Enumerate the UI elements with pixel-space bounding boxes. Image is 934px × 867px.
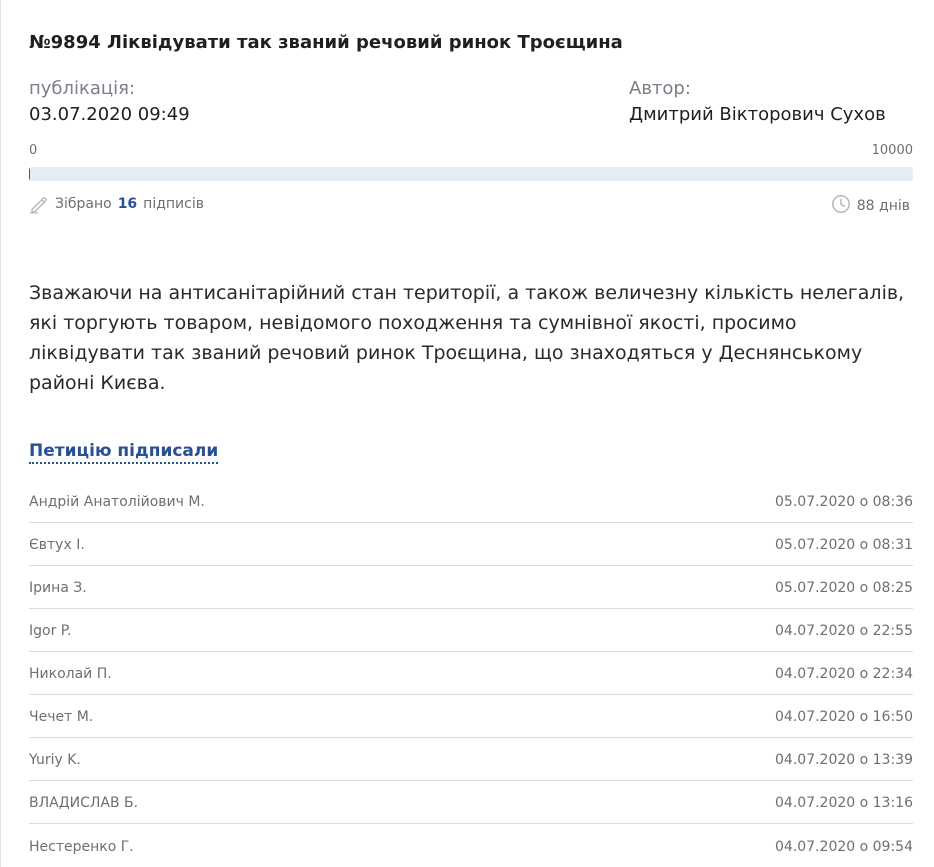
petition-title: №9894 Ліквідувати так званий речовий рин… [29, 32, 623, 53]
signature-progress-bar [29, 167, 913, 181]
signer-name: Чечет М. [29, 709, 94, 725]
signers-heading-link[interactable]: Петицію підписали [29, 441, 219, 464]
collected-prefix: Зібрано [55, 196, 112, 212]
signers-list: Андрій Анатолійович М. 05.07.2020 о 08:36… [29, 480, 913, 867]
author-name: Дмитрий Вікторович Сухов [629, 104, 886, 125]
publication-block: публікація: 03.07.2020 09:49 [29, 76, 190, 128]
signer-name: Ірина З. [29, 580, 87, 596]
author-label: Автор: [629, 78, 691, 99]
collected-count: 16 [117, 196, 138, 212]
signer-date: 05.07.2020 о 08:25 [775, 580, 913, 596]
days-remaining-text: 88 днів [856, 198, 910, 214]
signer-name: Igor P. [29, 623, 72, 639]
signer-name: Yuriy K. [29, 752, 81, 768]
signer-row: Євтух І. 05.07.2020 о 08:31 [29, 523, 913, 566]
signer-date: 04.07.2020 о 09:54 [775, 838, 913, 855]
signer-row: Igor P. 04.07.2020 о 22:55 [29, 609, 913, 652]
progress-scale-max: 10000 [871, 143, 913, 158]
publication-date: 03.07.2020 09:49 [29, 104, 190, 125]
progress-scale-min: 0 [29, 143, 38, 158]
days-remaining: 88 днів [831, 194, 910, 218]
signer-date: 04.07.2020 о 13:16 [775, 795, 913, 811]
signer-date: 04.07.2020 о 16:50 [775, 709, 913, 725]
pencil-icon [29, 194, 49, 214]
signer-name: Андрій Анатолійович М. [29, 494, 205, 510]
signature-progress-fill [29, 167, 31, 181]
collected-suffix: підписів [143, 196, 204, 212]
signer-row: Yuriy K. 04.07.2020 о 13:39 [29, 738, 913, 781]
signer-date: 05.07.2020 о 08:36 [775, 494, 913, 510]
signer-row: Нестеренко Г. 04.07.2020 о 09:54 [29, 824, 913, 867]
signer-row: Андрій Анатолійович М. 05.07.2020 о 08:36 [29, 480, 913, 523]
signer-date: 05.07.2020 о 08:31 [775, 537, 913, 553]
publication-label: публікація: [29, 78, 136, 99]
signer-row: Николай П. 04.07.2020 о 22:34 [29, 652, 913, 695]
signer-name: ВЛАДИСЛАВ Б. [29, 795, 139, 811]
signer-name: Євтух І. [29, 537, 85, 553]
signer-date: 04.07.2020 о 22:55 [775, 623, 913, 639]
signer-name: Нестеренко Г. [29, 838, 134, 855]
author-block: Автор: Дмитрий Вікторович Сухов [629, 76, 886, 128]
signer-row: ВЛАДИСЛАВ Б. 04.07.2020 о 13:16 [29, 781, 913, 824]
petition-page: №9894 Ліквідувати так званий речовий рин… [0, 0, 934, 867]
collected-signatures: Зібрано 16 підписів [29, 194, 204, 214]
signer-row: Чечет М. 04.07.2020 о 16:50 [29, 695, 913, 738]
clock-icon [831, 194, 851, 218]
signer-date: 04.07.2020 о 22:34 [775, 666, 913, 682]
signer-date: 04.07.2020 о 13:39 [775, 752, 913, 768]
petition-text: Зважаючи на антисанітарійний стан терито… [29, 282, 905, 394]
signer-name: Николай П. [29, 666, 112, 682]
signer-row: Ірина З. 05.07.2020 о 08:25 [29, 566, 913, 609]
